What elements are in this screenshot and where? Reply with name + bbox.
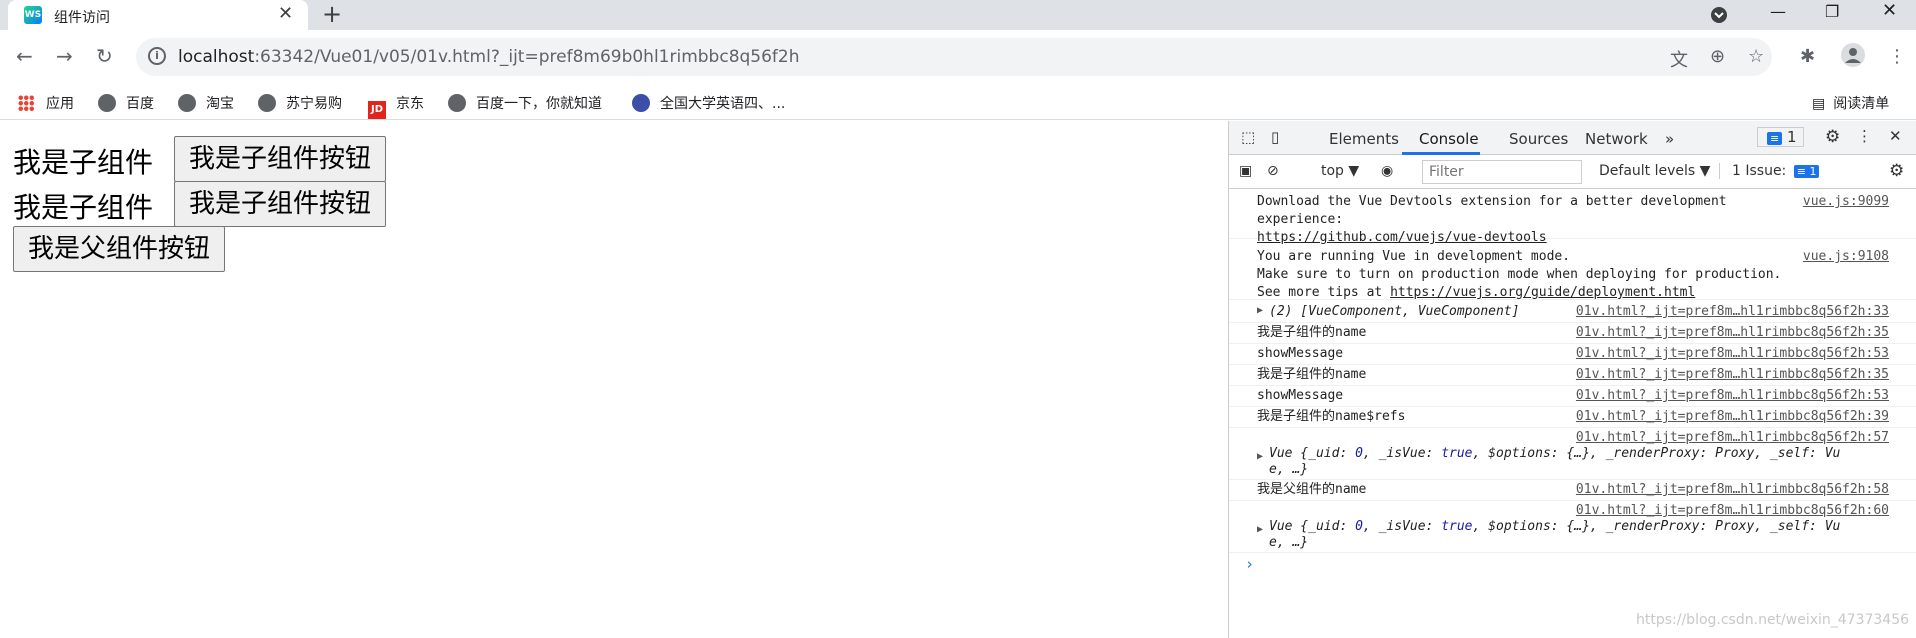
url-text[interactable]: localhost:63342/Vue01/v05/01v.html?_ijt=… [178,47,800,67]
webstorm-favicon-icon: WS [24,6,42,24]
forward-arrow-icon[interactable]: → [56,44,73,68]
tab-console[interactable]: Console [1419,130,1479,148]
devtools-panel: ⬚ ▯ Elements Console Sources Network » ≡… [1228,121,1916,638]
bookmark-cet[interactable]: 全国大学英语四、... [632,93,785,113]
bookmark-jd[interactable]: JD 京东 [368,93,424,119]
back-arrow-icon[interactable]: ← [16,44,33,68]
address-bar[interactable]: i localhost:63342/Vue01/v05/01v.html?_ij… [136,38,1772,76]
extensions-puzzle-icon[interactable]: ✱ [1800,46,1815,67]
devtools-tabbar: ⬚ ▯ Elements Console Sources Network » ≡… [1229,121,1916,155]
reading-list-icon: ▤ [1812,96,1826,112]
clear-console-icon[interactable]: ⊘ [1267,163,1279,179]
tab-network[interactable]: Network [1585,130,1648,148]
tab-title: 组件访问 [54,10,110,26]
source-link[interactable]: 01v.html?_ijt=pref8m…hl1rimbbc8q56f2h:35 [1576,324,1889,342]
console-message: 我是子组件的name 01v.html?_ijt=pref8m…hl1rimbb… [1229,365,1916,386]
console-message: 我是父组件的name 01v.html?_ijt=pref8m…hl1rimbb… [1229,480,1916,501]
console-message: showMessage 01v.html?_ijt=pref8m…hl1rimb… [1229,344,1916,365]
console-filter-input[interactable] [1422,160,1582,184]
expand-triangle-icon[interactable]: ▶ [1257,305,1263,316]
minimize-icon[interactable]: — [1770,2,1786,21]
issues-button[interactable]: 1 Issue: ≡ 1 [1719,163,1820,179]
devtools-menu-icon[interactable]: ⋮ [1857,127,1872,145]
tab-sources[interactable]: Sources [1509,130,1568,148]
source-link[interactable]: vue.js:9108 [1803,248,1889,266]
live-expression-eye-icon[interactable]: ◉ [1381,163,1393,179]
console-message: Download the Vue Devtools extension for … [1229,189,1916,245]
menu-kebab-icon[interactable]: ⋮ [1888,46,1906,67]
new-tab-button[interactable]: + [322,0,342,28]
source-link[interactable]: 01v.html?_ijt=pref8m…hl1rimbbc8q56f2h:53 [1576,387,1889,405]
child-component-2-text: 我是子组件 [13,191,154,224]
child-component-1-text: 我是子组件 [13,146,154,179]
child-component-2-button[interactable]: 我是子组件按钮 [174,181,387,227]
bookmark-suning[interactable]: 苏宁易购 [258,93,342,113]
source-link[interactable]: 01v.html?_ijt=pref8m…hl1rimbbc8q56f2h:39 [1576,408,1889,426]
bookmark-apps[interactable]: 应用 [18,93,74,113]
translate-icon[interactable]: 文 [1670,46,1688,72]
devtools-close-icon[interactable]: ✕ [1889,127,1902,145]
zoom-icon[interactable]: ⊕ [1710,46,1725,67]
issues-counter[interactable]: ≡ 1 [1757,127,1804,147]
console-message: 我是子组件的name 01v.html?_ijt=pref8m…hl1rimbb… [1229,323,1916,344]
browser-toolbar: ← → ↻ i localhost:63342/Vue01/v05/01v.ht… [0,30,1916,84]
bookmarks-bar: 应用 百度 淘宝 苏宁易购 JD 京东 百度一下，你就知道 全国大学英语四、...… [0,84,1916,120]
console-message[interactable]: 01v.html?_ijt=pref8m…hl1rimbbc8q56f2h:57… [1229,428,1916,480]
globe-icon [178,94,196,112]
console-prompt[interactable]: › [1245,555,1254,573]
jd-icon: JD [368,101,386,119]
reading-list[interactable]: ▤ 阅读清单 [1812,93,1889,113]
bookmark-star-icon[interactable]: ☆ [1748,46,1764,67]
globe-icon [258,94,276,112]
vue-devtools-link[interactable]: https://github.com/vuejs/vue-devtools [1257,230,1547,245]
source-link[interactable]: vue.js:9099 [1803,193,1889,211]
tab-elements[interactable]: Elements [1329,130,1399,148]
console-message[interactable]: ▶ (2) [VueComponent, VueComponent] 01v.h… [1229,302,1916,323]
globe-icon [448,94,466,112]
source-link[interactable]: 01v.html?_ijt=pref8m…hl1rimbbc8q56f2h:53 [1576,345,1889,363]
parent-component-button[interactable]: 我是父组件按钮 [13,226,226,272]
window-close-icon[interactable]: ✕ [1882,0,1897,21]
site-info-icon[interactable]: i [148,47,166,65]
tab-close-icon[interactable]: ✕ [278,3,293,24]
message-icon: ≡ [1767,132,1783,145]
source-link[interactable]: 01v.html?_ijt=pref8m…hl1rimbbc8q56f2h:35 [1576,366,1889,384]
globe-icon [98,94,116,112]
cet-icon [632,94,650,112]
sidebar-toggle-icon[interactable]: ▣ [1239,163,1252,179]
issue-icon: ≡ 1 [1793,165,1820,178]
console-message[interactable]: 01v.html?_ijt=pref8m…hl1rimbbc8q56f2h:60… [1229,501,1916,553]
vue-deployment-link[interactable]: https://vuejs.org/guide/deployment.html [1390,285,1695,300]
tab-strip: WS 组件访问 ✕ + — ❐ ✕ [0,0,1916,30]
more-tabs-chevron-icon[interactable]: » [1665,130,1674,148]
console-settings-gear-icon[interactable]: ⚙ [1889,161,1904,181]
bookmark-baidu-search[interactable]: 百度一下，你就知道 [448,93,602,113]
tab-search-icon[interactable] [1710,6,1728,28]
settings-gear-icon[interactable]: ⚙ [1825,127,1840,147]
watermark: https://blog.csdn.net/weixin_47373456 [1636,612,1910,628]
console-output: Download the Vue Devtools extension for … [1229,189,1916,638]
console-filter-bar: ▣ ⊘ top ▼ ◉ Default levels ▼ 1 Issue: ≡ … [1229,155,1916,189]
console-message: You are running Vue in development mode.… [1229,248,1916,300]
browser-tab[interactable]: WS 组件访问 ✕ [8,0,308,30]
source-link[interactable]: 01v.html?_ijt=pref8m…hl1rimbbc8q56f2h:33 [1576,303,1889,321]
page-viewport: 我是子组件 我是子组件按钮 我是子组件 我是子组件按钮 我是父组件按钮 [0,121,1228,638]
expand-triangle-icon[interactable]: ▶ [1257,524,1263,535]
profile-avatar-icon[interactable] [1840,42,1866,73]
context-selector[interactable]: top ▼ [1321,163,1359,179]
source-link[interactable]: 01v.html?_ijt=pref8m…hl1rimbbc8q56f2h:58 [1576,481,1889,499]
console-message: showMessage 01v.html?_ijt=pref8m…hl1rimb… [1229,386,1916,407]
bookmark-taobao[interactable]: 淘宝 [178,93,234,113]
restore-icon[interactable]: ❐ [1825,2,1839,21]
child-component-1-button[interactable]: 我是子组件按钮 [174,136,387,182]
console-message: 我是子组件的name$refs 01v.html?_ijt=pref8m…hl1… [1229,407,1916,428]
bookmark-baidu[interactable]: 百度 [98,93,154,113]
log-levels-dropdown[interactable]: Default levels ▼ [1599,163,1710,179]
apps-icon [18,95,34,111]
expand-triangle-icon[interactable]: ▶ [1257,451,1263,462]
device-toolbar-icon[interactable]: ▯ [1271,128,1279,146]
reload-icon[interactable]: ↻ [96,44,113,68]
inspect-element-icon[interactable]: ⬚ [1241,128,1255,146]
